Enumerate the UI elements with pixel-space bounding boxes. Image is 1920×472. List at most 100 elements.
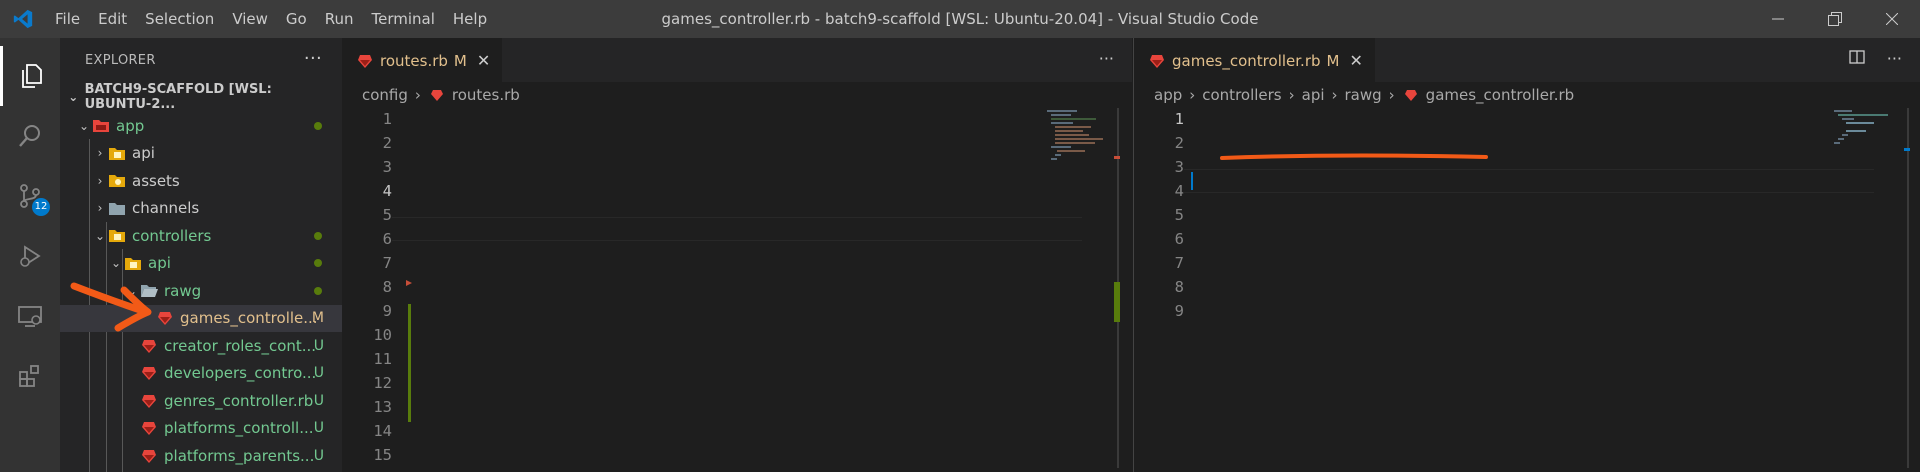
editor-actions: ···	[1099, 49, 1114, 68]
ruby-file-icon	[140, 448, 158, 464]
line-number: 3	[1174, 158, 1184, 176]
breadcrumb-item[interactable]: rawg	[1345, 86, 1382, 104]
chevron-right-icon: ›	[97, 146, 103, 161]
tree-folder-assets[interactable]: › assets	[60, 167, 342, 195]
tree-label: platforms_controll...	[164, 419, 314, 438]
line-number: 9	[1174, 302, 1184, 320]
controllers-folder-icon	[108, 228, 126, 244]
tree-file-platforms[interactable]: platforms_controll... U	[60, 415, 342, 443]
modified-dot	[314, 259, 322, 268]
run-debug-icon[interactable]	[0, 226, 60, 286]
chevron-down-icon: ⌄	[94, 228, 106, 243]
breadcrumb-item[interactable]: controllers	[1202, 86, 1281, 104]
minimize-icon[interactable]	[1749, 0, 1806, 38]
chevron-right-icon: ›	[1388, 86, 1395, 104]
line-number: 12	[373, 374, 392, 392]
menu-view[interactable]: View	[223, 0, 277, 38]
tree-folder-controllers[interactable]: ⌄ controllers	[60, 222, 342, 250]
extensions-icon[interactable]	[0, 346, 60, 406]
modified-dot	[314, 286, 322, 295]
chevron-down-icon: ⌄	[68, 90, 79, 104]
minimap[interactable]	[1047, 108, 1117, 228]
menu-file[interactable]: File	[46, 0, 89, 38]
app-folder-icon	[92, 118, 110, 134]
split-editor-icon[interactable]	[1849, 49, 1865, 69]
line-number: 15	[373, 446, 392, 464]
tree-label: developers_contro...	[164, 364, 317, 383]
menu-terminal[interactable]: Terminal	[363, 0, 444, 38]
remote-explorer-icon[interactable]	[0, 286, 60, 346]
minimap[interactable]	[1834, 108, 1904, 228]
breadcrumb-item[interactable]: routes.rb	[452, 86, 520, 104]
git-status-untracked: U	[313, 337, 324, 354]
menu-edit[interactable]: Edit	[89, 0, 136, 38]
more-actions-icon[interactable]: ···	[304, 48, 322, 69]
line-number: 4	[1174, 182, 1184, 200]
menu-selection[interactable]: Selection	[136, 0, 223, 38]
ruby-file-icon	[140, 338, 158, 354]
chevron-right-icon: ›	[97, 173, 103, 188]
source-control-icon[interactable]: 12	[0, 166, 60, 226]
menu-help[interactable]: Help	[444, 0, 496, 38]
line-number: 7	[382, 254, 392, 272]
gutter-deleted-icon	[406, 280, 412, 286]
line-number: 13	[373, 398, 392, 416]
tree-label: creator_roles_cont...	[164, 336, 317, 355]
window-controls	[1749, 0, 1920, 38]
restore-icon[interactable]	[1806, 0, 1863, 38]
title-bar: File Edit Selection View Go Run Terminal…	[0, 0, 1920, 38]
explorer-icon[interactable]	[0, 46, 60, 106]
line-number: 3	[382, 158, 392, 176]
breadcrumb: app › controllers › api › rawg › games_c…	[1134, 82, 1920, 108]
tree-file-genres[interactable]: genres_controller.rb U	[60, 387, 342, 415]
tree-label: games_controlle...	[180, 309, 318, 328]
breadcrumb-item[interactable]: api	[1302, 86, 1325, 104]
git-status-untracked: U	[313, 365, 324, 382]
tree-folder-api[interactable]: › api	[60, 140, 342, 168]
tree-label: api	[132, 144, 155, 163]
tree-folder-app[interactable]: ⌄ app	[60, 112, 342, 140]
workspace-root[interactable]: ⌄ BATCH9-SCAFFOLD [WSL: UBUNTU-2...	[60, 82, 342, 112]
tab-routes-rb[interactable]: routes.rb M ✕	[342, 38, 503, 82]
tree-file-developers[interactable]: developers_contro... U	[60, 360, 342, 388]
editor-group-right: games_controller.rb M ✕ ··· app › contro…	[1133, 38, 1920, 472]
tab-games-controller-rb[interactable]: games_controller.rb M ✕	[1134, 38, 1375, 82]
editor-actions: ···	[1849, 49, 1902, 69]
breadcrumb-item[interactable]: games_controller.rb	[1426, 86, 1575, 104]
tab-status: M	[453, 51, 467, 70]
breadcrumb-item[interactable]: config	[362, 86, 408, 104]
line-number: 1	[1174, 110, 1184, 128]
modified-dot	[314, 121, 322, 130]
ruby-file-icon	[356, 53, 374, 69]
breadcrumb-item[interactable]: app	[1154, 86, 1182, 104]
close-tab-icon[interactable]: ✕	[1349, 51, 1362, 70]
chevron-right-icon: ›	[1288, 86, 1295, 104]
tree-label: app	[116, 116, 145, 135]
chevron-right-icon: ›	[1189, 86, 1196, 104]
close-icon[interactable]	[1863, 0, 1920, 38]
search-icon[interactable]	[0, 106, 60, 166]
menu-bar: File Edit Selection View Go Run Terminal…	[46, 0, 496, 38]
tree-label: channels	[132, 199, 200, 218]
close-tab-icon[interactable]: ✕	[477, 51, 490, 70]
menu-go[interactable]: Go	[277, 0, 316, 38]
tab-bar: games_controller.rb M ✕ ···	[1134, 38, 1920, 82]
explorer-title: EXPLORER	[85, 52, 156, 68]
editor-group-left: routes.rb M ✕ ··· config › routes.rb 1 2…	[342, 38, 1132, 472]
chevron-right-icon: ›	[414, 86, 421, 104]
tab-label: games_controller.rb	[1172, 51, 1321, 70]
tree-file-platforms-parents[interactable]: platforms_parents... U	[60, 442, 342, 470]
current-line-highlight	[392, 217, 1082, 241]
more-actions-icon[interactable]: ···	[1099, 49, 1114, 68]
tree-folder-channels[interactable]: › channels	[60, 195, 342, 223]
vertical-scrollbar[interactable]	[1907, 108, 1909, 468]
menu-run[interactable]: Run	[316, 0, 363, 38]
workspace-root-label: BATCH9-SCAFFOLD [WSL: UBUNTU-2...	[84, 82, 272, 112]
line-number: 6	[382, 230, 392, 248]
tree-file-creator-roles[interactable]: creator_roles_cont... U	[60, 332, 342, 360]
tab-status: M	[1326, 51, 1340, 70]
more-actions-icon[interactable]: ···	[1887, 49, 1902, 69]
vscode-logo-icon	[0, 0, 46, 38]
line-number: 5	[382, 206, 392, 224]
chevron-right-icon: ›	[1331, 86, 1338, 104]
